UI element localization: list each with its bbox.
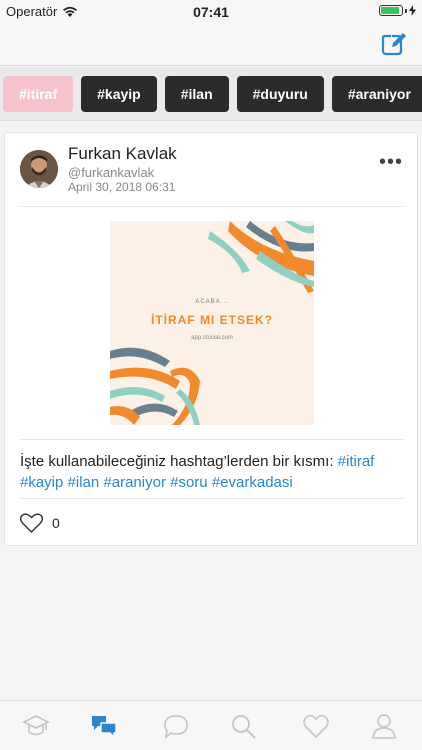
hashtag-row: #itiraf #kayip #ilan #duyuru #araniyor — [3, 76, 422, 112]
divider — [20, 498, 404, 499]
author-handle[interactable]: @furkankavlak — [68, 165, 154, 180]
post-date: April 30, 2018 06:31 — [68, 180, 176, 194]
status-time: 07:41 — [193, 4, 229, 20]
hashtag-chip[interactable]: #duyuru — [236, 76, 324, 112]
post-image[interactable]: ACABA... İTİRAF MI ETSEK? app.stucial.co… — [110, 221, 314, 425]
divider — [20, 206, 404, 207]
user-icon[interactable] — [370, 713, 398, 739]
image-caption-main: İTİRAF MI ETSEK? — [151, 313, 273, 327]
hashtag-strip[interactable]: #itiraf #kayip #ilan #duyuru #araniyor — [0, 67, 422, 121]
battery-fill — [381, 7, 400, 14]
graduation-cap-icon[interactable] — [22, 713, 50, 739]
chat-bubbles-icon[interactable] — [90, 713, 118, 739]
nav-bar — [0, 22, 422, 66]
hashtag-link[interactable]: #ilan — [68, 474, 100, 491]
avatar-image — [20, 150, 58, 188]
hashtag-chip[interactable]: #itiraf — [3, 76, 74, 112]
chat-bubble-icon[interactable] — [162, 713, 190, 739]
charging-bolt-icon — [409, 5, 416, 16]
hashtag-chip[interactable]: #araniyor — [331, 76, 422, 112]
like-row: 0 — [20, 513, 60, 533]
status-bar: Operatör 07:41 — [0, 0, 422, 22]
hashtag-link[interactable]: #evarkadasi — [212, 474, 293, 491]
like-count: 0 — [52, 515, 60, 531]
hashtag-link[interactable]: #kayip — [20, 474, 63, 491]
image-caption-url: app.stucial.com — [191, 335, 233, 341]
image-caption-top: ACABA... — [195, 299, 229, 305]
heart-icon[interactable] — [302, 713, 330, 739]
post-text: İşte kullanabileceğiniz hashtag’lerden b… — [20, 451, 410, 493]
hashtag-link[interactable]: #soru — [170, 474, 208, 491]
tab-bar — [0, 700, 422, 750]
battery-tip — [405, 8, 407, 13]
battery-icon — [379, 5, 403, 16]
author-name[interactable]: Furkan Kavlak — [68, 144, 177, 164]
heart-outline-icon[interactable] — [20, 513, 43, 533]
divider — [20, 439, 404, 440]
search-icon[interactable] — [230, 713, 258, 739]
hashtag-chip[interactable]: #kayip — [81, 76, 157, 112]
more-icon[interactable]: ••• — [379, 152, 403, 172]
hashtag-link[interactable]: #itiraf — [338, 453, 375, 470]
post-card: Furkan Kavlak @furkankavlak April 30, 20… — [4, 132, 418, 546]
avatar[interactable] — [20, 150, 58, 188]
hashtag-link[interactable]: #araniyor — [103, 474, 166, 491]
compose-icon[interactable] — [380, 30, 408, 58]
post-text-body: İşte kullanabileceğiniz hashtag’lerden b… — [20, 453, 338, 470]
hashtag-chip[interactable]: #ilan — [164, 76, 229, 112]
status-right — [379, 5, 416, 16]
